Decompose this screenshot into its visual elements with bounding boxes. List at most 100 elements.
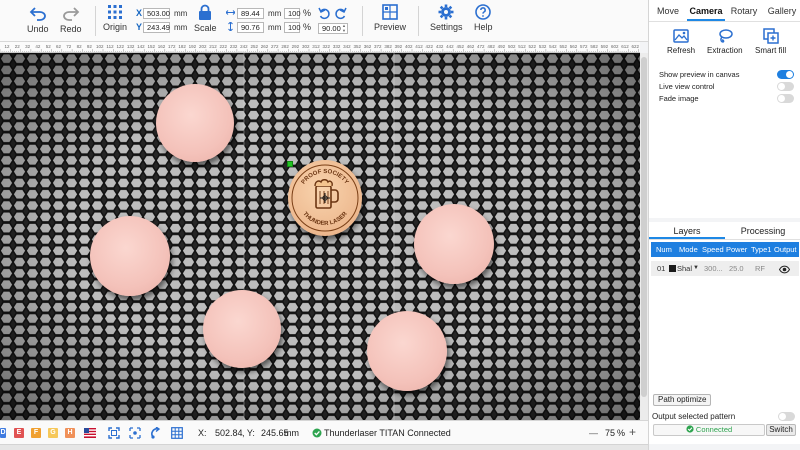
fit-frame-icon[interactable]	[108, 427, 120, 441]
fade-image-toggle[interactable]	[777, 94, 794, 103]
node-edit-icon[interactable]	[129, 427, 141, 441]
width-percent-input[interactable]: 100	[284, 8, 301, 19]
ruler-tick-label: 342	[343, 44, 351, 49]
ruler-tick-label: 312	[312, 44, 320, 49]
redo-icon	[62, 7, 80, 21]
switch-button[interactable]: Switch	[766, 424, 796, 436]
column-header: Num	[656, 245, 672, 254]
ruler-tick-label: 462	[467, 44, 475, 49]
ruler-tick-label: 512	[518, 44, 526, 49]
layer-color-chip[interactable]: G	[48, 428, 58, 438]
layer-power[interactable]: 25.0	[729, 261, 744, 276]
horizontal-ruler: 12 22 32 42 52 62 72 82 92 102 112 122 132 142 152 162 1…	[0, 42, 640, 53]
ruler-tick-label: 292	[292, 44, 300, 49]
table-row[interactable]: 01 Shal ▼ 300... 25.0 RF	[651, 261, 799, 276]
preview-icon	[382, 4, 398, 20]
tab-camera[interactable]: Camera	[687, 0, 725, 21]
help-button[interactable]: Help	[474, 4, 493, 32]
output-selected-toggle[interactable]	[778, 412, 795, 421]
tab-layers[interactable]: Layers	[649, 222, 725, 239]
ruler-tick-label: 492	[498, 44, 506, 49]
layer-color-swatch[interactable]	[669, 265, 676, 272]
scale-lock-button[interactable]: Scale	[194, 4, 217, 33]
connection-status-box: Connected	[653, 424, 765, 436]
tab-move[interactable]: Move	[649, 0, 687, 21]
path-optimize-button[interactable]: Path optimize	[653, 394, 712, 406]
column-header: Power	[726, 245, 748, 254]
ruler-tick-label: 22	[15, 44, 21, 49]
eye-icon[interactable]	[778, 264, 791, 279]
ruler-tick-label: 572	[580, 44, 588, 49]
refresh-button[interactable]: Refresh	[667, 28, 695, 55]
width-unit: mm	[268, 9, 282, 18]
smart-fill-button[interactable]: Smart fill	[755, 28, 786, 55]
layer-mode-select[interactable]: Shal	[677, 261, 692, 276]
redo-button[interactable]: Redo	[60, 4, 82, 34]
gear-icon	[438, 4, 454, 20]
redo-label: Redo	[60, 24, 82, 34]
height-input[interactable]: 90.76	[237, 22, 264, 33]
ruler-tick-label: 472	[477, 44, 485, 49]
layer-color-chip[interactable]: H	[65, 428, 75, 438]
rotation-stepper-icon[interactable]: ▲ ▼	[342, 23, 346, 33]
ruler-tick-label: 242	[240, 44, 248, 49]
layer-speed[interactable]: 300...	[704, 261, 723, 276]
tab-processing[interactable]: Processing	[725, 222, 800, 239]
rotation-input[interactable]: 90.00 ▲ ▼	[318, 23, 348, 34]
x-position-input[interactable]: 503.00	[143, 8, 170, 19]
ruler-tick-label: 152	[147, 44, 155, 49]
toolbar-divider	[418, 6, 419, 36]
x-position-label: X	[136, 8, 143, 18]
ruler-tick-label: 502	[508, 44, 516, 49]
canvas-vertical-scrollbar[interactable]	[640, 53, 648, 420]
zoom-in-button[interactable]: +	[629, 425, 636, 439]
selection-handle[interactable]	[287, 161, 293, 167]
zoom-out-button[interactable]: —	[589, 428, 598, 438]
rotate-cw-icon[interactable]	[334, 7, 347, 22]
rotate-arrow-icon[interactable]	[150, 426, 162, 441]
layer-number: 01	[657, 264, 666, 273]
ruler-tick-label: 592	[601, 44, 609, 49]
flag-icon[interactable]	[84, 428, 96, 440]
live-view-toggle[interactable]	[777, 82, 794, 91]
undo-button[interactable]: Undo	[27, 4, 49, 34]
layer-color-chip[interactable]: F	[31, 428, 41, 438]
lock-icon	[199, 4, 212, 20]
work-canvas[interactable]: PROOF SOCIETY THUNDER LASER	[0, 53, 640, 420]
ruler-tick-label: 482	[487, 44, 495, 49]
y-position-input[interactable]: 243.49	[143, 22, 170, 33]
layer-color-chip[interactable]: E	[14, 428, 24, 438]
layers-table-header: Num Mode Speed Power Type1 Output	[651, 242, 799, 257]
ruler-tick-label: 562	[570, 44, 578, 49]
extraction-button[interactable]: Extraction	[707, 28, 743, 55]
undo-icon	[29, 7, 46, 21]
undo-label: Undo	[27, 24, 49, 34]
height-percent-input[interactable]: 100	[284, 22, 301, 33]
coaster-bottom-text: THUNDER LASER	[301, 211, 349, 228]
grid-icon[interactable]	[171, 427, 183, 441]
origin-button[interactable]: Origin	[103, 4, 127, 32]
rotate-ccw-icon[interactable]	[318, 7, 331, 22]
move-cursor-icon	[320, 193, 330, 203]
ruler-tick-label: 282	[281, 44, 289, 49]
settings-button[interactable]: Settings	[430, 4, 463, 32]
x-unit: mm	[174, 9, 188, 18]
width-input[interactable]: 89.44	[237, 8, 264, 19]
y-unit: mm	[174, 23, 188, 32]
extraction-label: Extraction	[707, 46, 743, 55]
ruler-tick-label: 362	[364, 44, 372, 49]
scrollbar-thumb[interactable]	[641, 57, 647, 397]
preview-button[interactable]: Preview	[374, 4, 406, 32]
chevron-down-icon[interactable]: ▼	[693, 261, 699, 276]
tab-gallery[interactable]: Gallery	[763, 0, 800, 21]
pink-puck	[156, 84, 234, 162]
ruler-tick-label: 432	[436, 44, 444, 49]
ruler-tick-label: 322	[323, 44, 331, 49]
ruler-tick-label: 452	[456, 44, 464, 49]
column-header: Output	[774, 245, 797, 254]
smart-fill-icon	[762, 28, 779, 44]
engraved-coaster[interactable]: PROOF SOCIETY THUNDER LASER	[288, 160, 362, 236]
layer-color-chip[interactable]: D	[0, 428, 6, 438]
tab-rotary[interactable]: Rotary	[725, 0, 763, 21]
show-preview-toggle[interactable]	[777, 70, 794, 79]
